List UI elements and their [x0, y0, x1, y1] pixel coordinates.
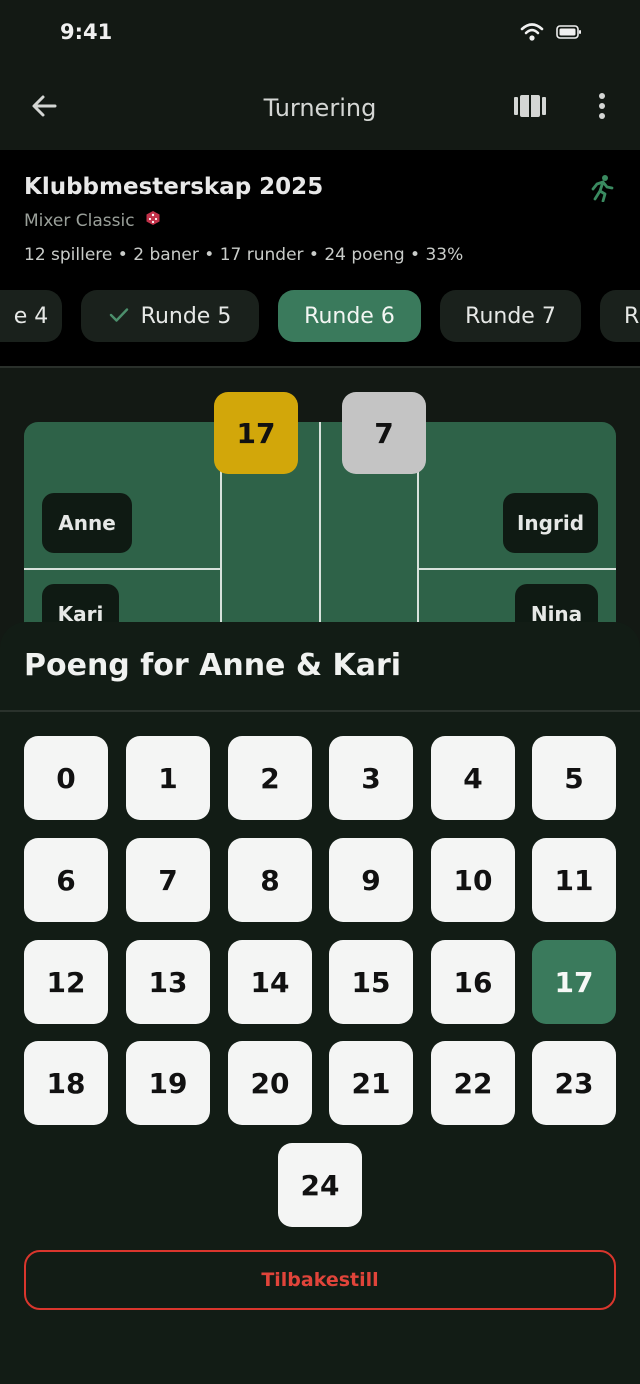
- score-option-15[interactable]: 15: [329, 940, 413, 1024]
- app-bar: Turnering: [0, 66, 640, 150]
- reset-button[interactable]: Tilbakestill: [24, 1250, 616, 1310]
- score-option-7[interactable]: 7: [126, 838, 210, 922]
- score-option-24[interactable]: 24: [278, 1143, 362, 1227]
- round-tabs: e 4 Runde 5 Runde 6 Runde 7 R: [0, 290, 640, 344]
- tab-round-7[interactable]: Runde 7: [440, 290, 581, 342]
- more-vert-icon: [598, 92, 606, 124]
- tab-round-6[interactable]: Runde 6: [278, 290, 421, 342]
- tournament-info: Klubbmesterskap 2025 Mixer Classic 12 sp…: [0, 150, 640, 368]
- status-bar: 9:41: [0, 0, 640, 66]
- score-option-14[interactable]: 14: [228, 940, 312, 1024]
- format-label: Mixer Classic: [24, 210, 135, 231]
- score-option-22[interactable]: 22: [431, 1041, 515, 1125]
- tournament-subtitle: Mixer Classic: [24, 210, 161, 231]
- tournament-stats: 12 spillere • 2 baner • 17 runder • 24 p…: [24, 245, 464, 265]
- tab-round-5[interactable]: Runde 5: [81, 290, 259, 342]
- score-option-20[interactable]: 20: [228, 1041, 312, 1125]
- score-option-4[interactable]: 4: [431, 736, 515, 820]
- score-option-10[interactable]: 10: [431, 838, 515, 922]
- score-option-12[interactable]: 12: [24, 940, 108, 1024]
- player-anne[interactable]: Anne: [42, 493, 132, 553]
- score-option-21[interactable]: 21: [329, 1041, 413, 1125]
- sheet-title: Poeng for Anne & Kari: [24, 648, 402, 683]
- round-label: e 4: [13, 303, 49, 329]
- score-option-0[interactable]: 0: [24, 736, 108, 820]
- court-icon: [513, 93, 547, 123]
- score-option-13[interactable]: 13: [126, 940, 210, 1024]
- score-option-9[interactable]: 9: [329, 838, 413, 922]
- more-button[interactable]: [584, 88, 620, 128]
- court-area: Anne Kari Ingrid Nina 17 7: [0, 368, 640, 642]
- tournament-title: Klubbmesterskap 2025: [24, 174, 324, 200]
- score-option-23[interactable]: 23: [532, 1041, 616, 1125]
- score-option-8[interactable]: 8: [228, 838, 312, 922]
- running-person-icon[interactable]: [588, 174, 616, 203]
- score-option-18[interactable]: 18: [24, 1041, 108, 1125]
- court: Anne Kari Ingrid Nina: [24, 422, 616, 642]
- score-team-right[interactable]: 7: [342, 392, 426, 474]
- court-view-button[interactable]: [510, 88, 550, 128]
- divider: [0, 710, 640, 712]
- score-option-6[interactable]: 6: [24, 838, 108, 922]
- score-option-16[interactable]: 16: [431, 940, 515, 1024]
- wifi-icon: [520, 22, 544, 46]
- round-label: Runde 7: [465, 303, 556, 329]
- score-option-1[interactable]: 1: [126, 736, 210, 820]
- status-icons: [520, 22, 582, 46]
- round-label: Runde 6: [304, 303, 395, 329]
- round-label: R: [624, 303, 640, 329]
- tab-round-4[interactable]: e 4: [0, 290, 62, 342]
- score-option-17[interactable]: 17: [532, 940, 616, 1024]
- score-option-2[interactable]: 2: [228, 736, 312, 820]
- net-line: [319, 422, 321, 642]
- score-picker-sheet: Poeng for Anne & Kari 0 1 2 3 4 5 6 7 8 9 10 11 12 13…: [0, 622, 640, 1384]
- player-ingrid[interactable]: Ingrid: [503, 493, 598, 553]
- battery-icon: [556, 24, 582, 44]
- tab-round-8[interactable]: R: [600, 290, 640, 342]
- score-option-19[interactable]: 19: [126, 1041, 210, 1125]
- score-team-left[interactable]: 17: [214, 392, 298, 474]
- check-icon: [109, 304, 129, 329]
- score-option-11[interactable]: 11: [532, 838, 616, 922]
- round-label: Runde 5: [140, 303, 232, 329]
- court-line: [419, 568, 616, 570]
- score-option-5[interactable]: 5: [532, 736, 616, 820]
- court-line: [24, 568, 220, 570]
- status-time: 9:41: [60, 20, 113, 44]
- score-option-3[interactable]: 3: [329, 736, 413, 820]
- dice-icon: [145, 210, 161, 231]
